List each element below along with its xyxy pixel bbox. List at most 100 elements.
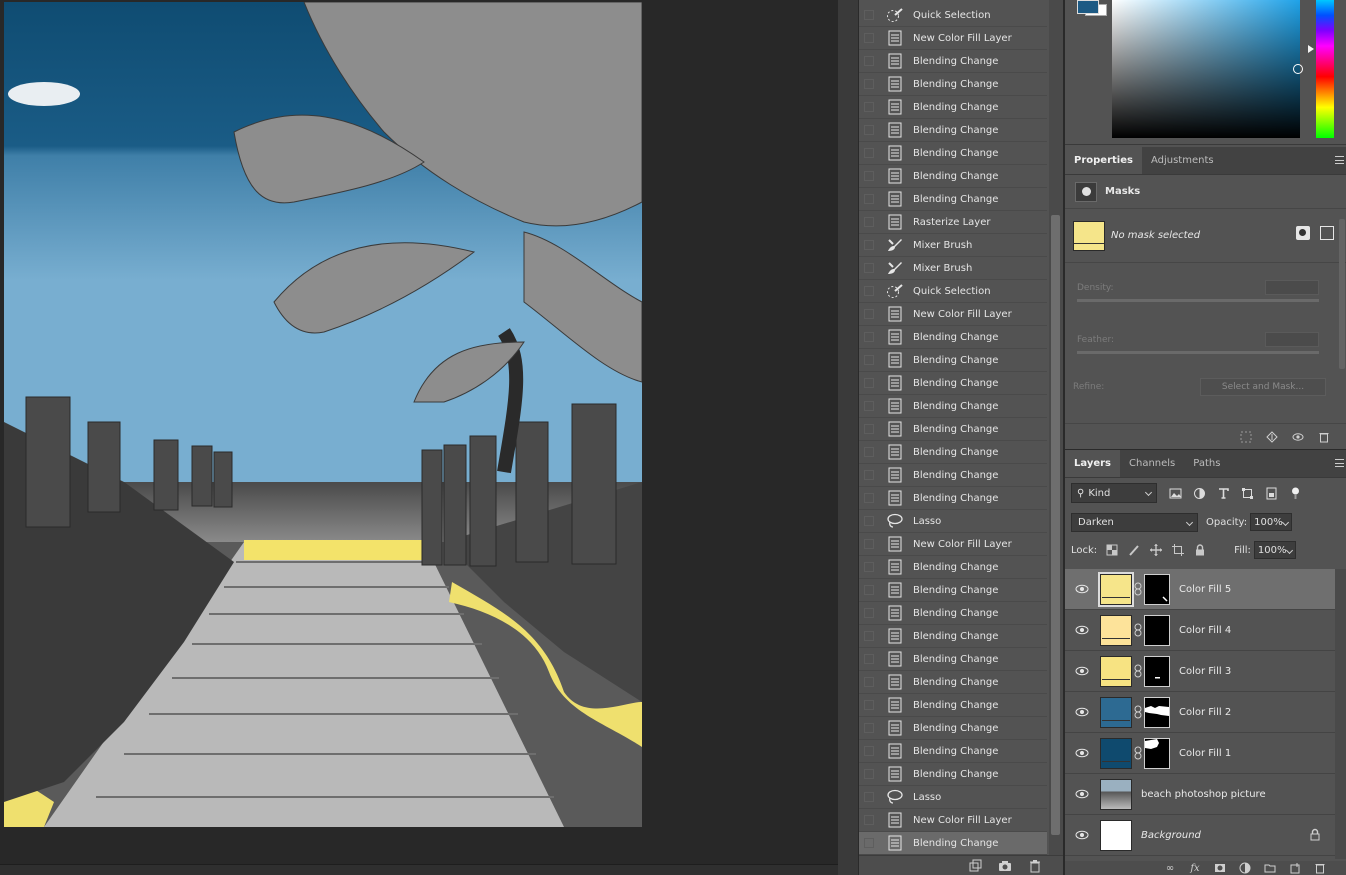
history-item[interactable]: New Color Fill Layer	[859, 303, 1047, 326]
history-snapshot-checkbox[interactable]	[864, 125, 874, 135]
new-group-icon[interactable]	[1264, 862, 1276, 874]
layer-mask-icon[interactable]	[1075, 181, 1097, 202]
history-snapshot-checkbox[interactable]	[864, 447, 874, 457]
history-item[interactable]: Blending Change	[859, 487, 1047, 510]
blend-mode-select[interactable]: Darken	[1071, 512, 1198, 532]
layers-menu-icon[interactable]	[1335, 459, 1344, 467]
pixel-layer-filter-icon[interactable]	[1169, 487, 1182, 500]
layer-mask-thumbnail[interactable]	[1144, 573, 1170, 605]
history-item[interactable]: Blending Change	[859, 648, 1047, 671]
history-snapshot-checkbox[interactable]	[864, 585, 874, 595]
history-snapshot-checkbox[interactable]	[864, 838, 874, 848]
history-item[interactable]: Blending Change	[859, 625, 1047, 648]
tab-channels[interactable]: Channels	[1120, 450, 1184, 477]
history-snapshot-checkbox[interactable]	[864, 401, 874, 411]
history-item[interactable]: Blending Change	[859, 372, 1047, 395]
color-fill-thumbnail[interactable]	[1100, 614, 1132, 646]
density-field[interactable]	[1265, 280, 1319, 295]
history-item[interactable]: Blending Change	[859, 418, 1047, 441]
history-snapshot-checkbox[interactable]	[864, 171, 874, 181]
history-snapshot-checkbox[interactable]	[864, 102, 874, 112]
feather-slider[interactable]	[1077, 351, 1319, 354]
history-snapshot-checkbox[interactable]	[864, 470, 874, 480]
history-snapshot-checkbox[interactable]	[864, 424, 874, 434]
history-scroll-thumb[interactable]	[1051, 215, 1060, 835]
layer-visibility-eye-icon[interactable]	[1074, 789, 1090, 799]
tab-paths[interactable]: Paths	[1184, 450, 1229, 477]
load-selection-icon[interactable]	[1240, 431, 1252, 443]
color-fill-thumbnail[interactable]	[1100, 737, 1132, 769]
mask-link-icon[interactable]	[1134, 664, 1142, 678]
history-snapshot-checkbox[interactable]	[864, 700, 874, 710]
layer-row[interactable]: Color Fill 3	[1065, 651, 1335, 692]
fx-icon[interactable]: fx	[1189, 862, 1201, 874]
history-item[interactable]: Blending Change	[859, 740, 1047, 763]
history-item[interactable]: New Color Fill Layer	[859, 533, 1047, 556]
type-layer-filter-icon[interactable]	[1217, 487, 1230, 500]
history-snapshot-checkbox[interactable]	[864, 493, 874, 503]
lock-artboard-icon[interactable]	[1172, 544, 1185, 556]
hue-slider-arrow[interactable]	[1308, 45, 1314, 53]
history-item[interactable]: Mixer Brush	[859, 257, 1047, 280]
mask-link-icon[interactable]	[1134, 746, 1142, 760]
feather-field[interactable]	[1265, 332, 1319, 347]
history-item[interactable]: Blending Change	[859, 119, 1047, 142]
layer-mask-thumbnail[interactable]	[1144, 655, 1170, 687]
history-item[interactable]: Rasterize Layer	[859, 211, 1047, 234]
history-item[interactable]: Blending Change	[859, 96, 1047, 119]
history-item[interactable]: New Color Fill Layer	[859, 809, 1047, 832]
history-snapshot-checkbox[interactable]	[864, 746, 874, 756]
history-snapshot-checkbox[interactable]	[864, 148, 874, 158]
layer-mask-thumbnail[interactable]	[1144, 737, 1170, 769]
properties-scrollbar[interactable]	[1339, 219, 1345, 369]
history-snapshot-checkbox[interactable]	[864, 10, 874, 20]
mask-link-icon[interactable]	[1134, 582, 1142, 596]
delete-mask-icon[interactable]	[1318, 431, 1330, 443]
history-snapshot-checkbox[interactable]	[864, 309, 874, 319]
layer-visibility-eye-icon[interactable]	[1074, 830, 1090, 840]
tab-properties[interactable]: Properties	[1065, 147, 1142, 174]
history-snapshot-checkbox[interactable]	[864, 654, 874, 664]
background-layer-thumbnail[interactable]	[1100, 819, 1132, 851]
density-slider[interactable]	[1077, 299, 1319, 302]
history-item[interactable]: Lasso	[859, 510, 1047, 533]
history-item[interactable]: Blending Change	[859, 441, 1047, 464]
hue-slider[interactable]	[1316, 0, 1334, 138]
history-snapshot-checkbox[interactable]	[864, 539, 874, 549]
color-saturation-field[interactable]	[1112, 0, 1300, 138]
photo-layer-thumbnail[interactable]	[1100, 778, 1132, 810]
color-fill-thumbnail[interactable]	[1098, 571, 1134, 607]
history-snapshot-checkbox[interactable]	[864, 677, 874, 687]
history-snapshot-checkbox[interactable]	[864, 608, 874, 618]
layer-row[interactable]: Background	[1065, 815, 1335, 856]
history-item[interactable]: Blending Change	[859, 188, 1047, 211]
mask-link-icon[interactable]	[1134, 623, 1142, 637]
filter-toggle-icon[interactable]	[1289, 487, 1302, 500]
camera-snapshot-icon[interactable]	[998, 859, 1012, 873]
history-item[interactable]: Blending Change	[859, 694, 1047, 717]
adjustment-layer-filter-icon[interactable]	[1193, 487, 1206, 500]
history-item[interactable]: Blending Change	[859, 395, 1047, 418]
history-item[interactable]: Blending Change	[859, 73, 1047, 96]
history-item[interactable]: Blending Change	[859, 464, 1047, 487]
history-snapshot-checkbox[interactable]	[864, 516, 874, 526]
layer-visibility-eye-icon[interactable]	[1074, 584, 1090, 594]
new-adjustment-layer-icon[interactable]	[1239, 862, 1251, 874]
delete-layer-icon[interactable]	[1314, 862, 1326, 874]
apply-mask-icon[interactable]	[1266, 430, 1278, 443]
history-item[interactable]: Blending Change	[859, 165, 1047, 188]
filter-kind-select[interactable]: ⚲ Kind	[1071, 483, 1157, 503]
layer-mask-thumbnail[interactable]	[1144, 696, 1170, 728]
layer-row[interactable]: Color Fill 5	[1065, 569, 1335, 610]
tab-adjustments[interactable]: Adjustments	[1142, 147, 1223, 174]
history-item[interactable]: Blending Change	[859, 556, 1047, 579]
layer-row[interactable]: beach photoshop picture	[1065, 774, 1335, 815]
opacity-field[interactable]: 100%	[1250, 513, 1293, 531]
history-item[interactable]: Mixer Brush	[859, 234, 1047, 257]
history-item[interactable]: Blending Change	[859, 763, 1047, 786]
history-item[interactable]: Blending Change	[859, 671, 1047, 694]
layer-visibility-eye-icon[interactable]	[1074, 748, 1090, 758]
history-snapshot-checkbox[interactable]	[864, 792, 874, 802]
history-snapshot-checkbox[interactable]	[864, 332, 874, 342]
history-snapshot-checkbox[interactable]	[864, 240, 874, 250]
